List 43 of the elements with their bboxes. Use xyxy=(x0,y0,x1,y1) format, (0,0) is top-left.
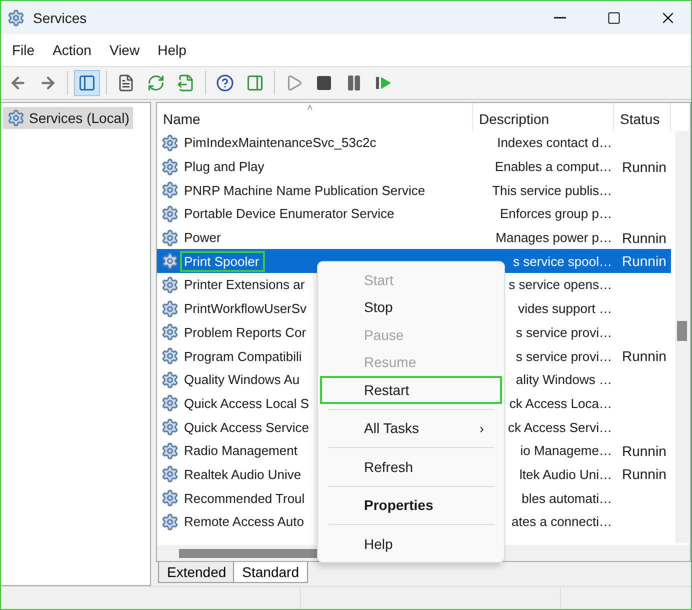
service-name: Recommended Troul xyxy=(183,490,306,507)
service-status: Runnin xyxy=(622,253,666,270)
service-name: Print Spooler xyxy=(182,252,264,270)
service-description: s service provi… xyxy=(516,348,612,364)
service-name: Problem Reports Cor xyxy=(183,324,308,341)
service-description: Enforces group p… xyxy=(500,206,612,222)
service-status: Runnin xyxy=(622,158,666,175)
service-description: s service spool… xyxy=(513,254,612,269)
service-description: ality Windows … xyxy=(516,372,612,388)
service-name: Realtek Audio Unive xyxy=(183,466,302,483)
service-description: bles automati… xyxy=(522,490,612,506)
service-status: Runnin xyxy=(622,230,666,246)
service-name: Quick Access Service xyxy=(183,418,310,436)
service-name: Power xyxy=(183,229,222,246)
service-name: Remote Access Auto xyxy=(183,513,305,530)
service-description: Enables a comput… xyxy=(494,159,612,174)
service-name: PrintWorkflowUserSv xyxy=(183,300,308,318)
service-name: Quality Windows Au xyxy=(183,371,301,388)
service-status: Runnin xyxy=(622,442,666,459)
service-status: Runnin xyxy=(622,348,666,364)
service-description: Manages power p… xyxy=(496,230,612,246)
service-name: PimIndexMaintenanceSvc_53c2c xyxy=(183,134,378,152)
service-description: s service opens… xyxy=(508,277,612,292)
service-name: Printer Extensions ar xyxy=(183,276,306,294)
service-description: io Manageme… xyxy=(520,443,612,458)
window-title: Services xyxy=(33,10,88,26)
service-description: vides support … xyxy=(518,301,612,316)
service-description: This service publis… xyxy=(492,182,612,198)
service-name: PNRP Machine Name Publication Service xyxy=(183,182,426,199)
service-description: ck Access Servi… xyxy=(508,420,612,435)
service-description: s service provi… xyxy=(516,324,612,340)
service-status: Runnin xyxy=(622,466,666,482)
service-description: ltek Audio Uni… xyxy=(520,466,612,482)
service-description: Indexes contact d… xyxy=(497,135,612,150)
service-description: ck Access Loca… xyxy=(509,396,612,411)
service-name: Plug and Play xyxy=(183,158,266,176)
service-name: Radio Management xyxy=(183,442,298,460)
submenu-arrow: › xyxy=(480,420,484,436)
service-name: Program Compatibili xyxy=(183,348,303,365)
service-name: Quick Access Local S xyxy=(183,394,310,412)
sort-indicator: ˄ xyxy=(307,103,313,114)
service-name: Portable Device Enumerator Service xyxy=(183,205,396,222)
service-description: ates a connecti… xyxy=(512,514,612,530)
